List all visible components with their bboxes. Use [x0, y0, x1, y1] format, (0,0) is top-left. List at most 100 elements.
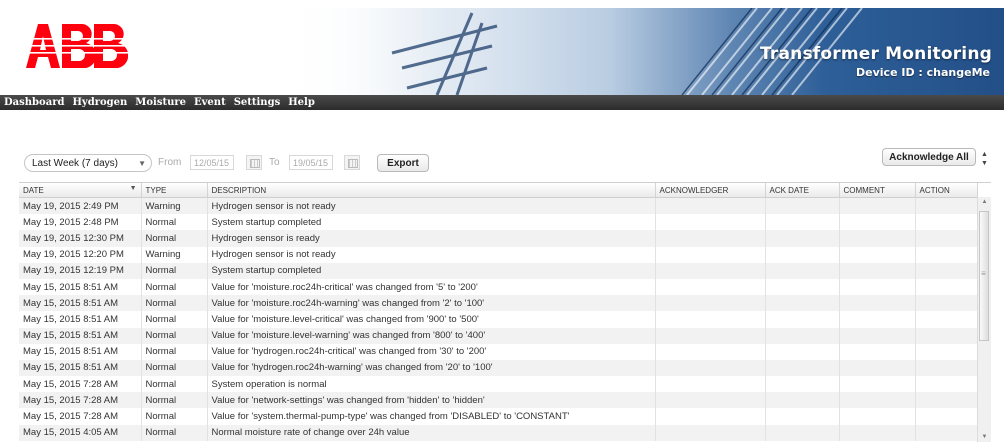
cell-date: May 15, 2015 4:05 AM: [19, 424, 142, 441]
acknowledge-all-button[interactable]: Acknowledge All: [882, 148, 976, 166]
main-nav: Dashboard Hydrogen Moisture Event Settin…: [0, 95, 1004, 110]
cell-type: Normal: [141, 262, 208, 279]
cell-description: Value for 'hydrogen.roc24h-warning' was …: [207, 359, 656, 377]
table-row[interactable]: May 15, 2015 8:51 AM Normal Value for 'moi…: [19, 327, 978, 344]
nav-help[interactable]: Help: [288, 97, 315, 108]
to-date-input[interactable]: 19/05/15: [289, 155, 333, 170]
cell-comment: [839, 295, 916, 312]
scroll-up-icon[interactable]: ▲: [978, 199, 991, 205]
table-row[interactable]: May 15, 2015 8:51 AM Normal Value for 'hyd…: [19, 359, 978, 377]
table-scrollbar[interactable]: ▲ ≡ ▼: [977, 197, 991, 442]
cell-type: Normal: [141, 359, 208, 377]
nav-event[interactable]: Event: [194, 97, 226, 108]
nav-settings[interactable]: Settings: [234, 97, 281, 108]
cell-type: Warning: [141, 197, 208, 215]
nav-dashboard[interactable]: Dashboard: [4, 97, 64, 108]
cell-date: May 15, 2015 7:28 AM: [19, 408, 142, 425]
cell-description: System operation is normal: [207, 376, 656, 393]
cell-ack-date: [765, 327, 840, 344]
cell-ack-date: [765, 376, 840, 393]
cell-action: [915, 262, 978, 279]
cell-date: May 15, 2015 8:51 AM: [19, 343, 142, 360]
column-header-action[interactable]: ACTION: [915, 183, 978, 198]
cell-acknowledger: [655, 424, 766, 441]
table-row[interactable]: May 15, 2015 7:28 AM Normal Value for 'net…: [19, 392, 978, 409]
cell-description: Value for 'hydrogen.roc24h-critical' was…: [207, 343, 656, 360]
cell-description: Value for 'moisture.level-critical' was …: [207, 311, 656, 328]
cell-ack-date: [765, 214, 840, 231]
cell-ack-date: [765, 359, 840, 377]
cell-ack-date: [765, 246, 840, 263]
cell-acknowledger: [655, 230, 766, 247]
abb-logo: [26, 24, 128, 68]
cell-date: May 15, 2015 7:28 AM: [19, 376, 142, 393]
cell-comment: [839, 311, 916, 328]
cell-date: May 19, 2015 12:20 PM: [19, 246, 142, 263]
page-scroll-arrows[interactable]: ▲ ▼: [980, 150, 989, 172]
cell-comment: [839, 262, 916, 279]
cell-description: System startup completed: [207, 262, 656, 279]
cell-action: [915, 246, 978, 263]
cell-action: [915, 343, 978, 360]
cell-acknowledger: [655, 311, 766, 328]
cell-description: Value for 'moisture.roc24h-warning' was …: [207, 295, 656, 312]
column-header-acknowledger[interactable]: ACKNOWLEDGER: [655, 183, 766, 198]
cell-type: Normal: [141, 278, 208, 296]
column-header-date[interactable]: DATE ▼: [19, 183, 142, 198]
table-row[interactable]: May 19, 2015 2:49 PM Warning Hydrogen sens…: [19, 197, 978, 215]
table-row[interactable]: May 19, 2015 12:20 PM Warning Hydrogen sen…: [19, 246, 978, 263]
to-label: To: [269, 157, 280, 168]
table-row[interactable]: May 15, 2015 8:51 AM Normal Value for 'moi…: [19, 311, 978, 328]
cell-acknowledger: [655, 343, 766, 360]
cell-acknowledger: [655, 376, 766, 393]
cell-action: [915, 230, 978, 247]
cell-action: [915, 424, 978, 441]
cell-comment: [839, 376, 916, 393]
column-header-label: DATE: [23, 185, 44, 195]
nav-moisture[interactable]: Moisture: [135, 97, 186, 108]
cell-action: [915, 376, 978, 393]
table-row[interactable]: May 15, 2015 7:28 AM Normal Value for 'sys…: [19, 408, 978, 425]
calendar-icon[interactable]: [246, 155, 262, 170]
cell-comment: [839, 197, 916, 215]
nav-hydrogen[interactable]: Hydrogen: [72, 97, 127, 108]
calendar-icon[interactable]: [344, 155, 360, 170]
cell-description: Hydrogen sensor is ready: [207, 230, 656, 247]
table-row[interactable]: May 15, 2015 4:05 AM Normal Normal moistur…: [19, 424, 978, 441]
table-row[interactable]: May 19, 2015 12:30 PM Normal Hydrogen sens…: [19, 230, 978, 247]
column-header-description[interactable]: DESCRIPTION: [207, 183, 656, 198]
column-header-type[interactable]: TYPE: [141, 183, 208, 198]
sort-desc-icon: ▼: [129, 185, 137, 192]
period-select-value: Last Week (7 days): [32, 158, 118, 169]
cell-action: [915, 311, 978, 328]
cell-acknowledger: [655, 408, 766, 425]
cell-date: May 15, 2015 8:51 AM: [19, 327, 142, 344]
cell-comment: [839, 343, 916, 360]
cell-comment: [839, 408, 916, 425]
cell-type: Normal: [141, 343, 208, 360]
export-button[interactable]: Export: [377, 154, 429, 172]
cell-action: [915, 278, 978, 296]
table-row[interactable]: May 15, 2015 8:51 AM Normal Value for 'hyd…: [19, 343, 978, 360]
cell-date: May 15, 2015 8:51 AM: [19, 359, 142, 377]
cell-date: May 15, 2015 8:51 AM: [19, 311, 142, 328]
app-header: Transformer Monitoring Device ID : chang…: [0, 0, 1004, 95]
table-row[interactable]: May 19, 2015 2:48 PM Normal System startup…: [19, 214, 978, 231]
cell-date: May 19, 2015 2:49 PM: [19, 197, 142, 215]
cell-type: Normal: [141, 424, 208, 441]
from-date-input[interactable]: 12/05/15: [190, 155, 234, 170]
cell-action: [915, 214, 978, 231]
cell-ack-date: [765, 278, 840, 296]
cell-date: May 15, 2015 7:28 AM: [19, 392, 142, 409]
table-row[interactable]: May 15, 2015 8:51 AM Normal Value for 'moi…: [19, 278, 978, 296]
cell-description: Value for 'moisture.level-warning' was c…: [207, 327, 656, 344]
table-row[interactable]: May 15, 2015 7:28 AM Normal System operati…: [19, 376, 978, 393]
column-header-ack-date[interactable]: ACK DATE: [765, 183, 840, 198]
cell-acknowledger: [655, 392, 766, 409]
column-header-comment[interactable]: COMMENT: [839, 183, 916, 198]
table-row[interactable]: May 19, 2015 12:19 PM Normal System startu…: [19, 262, 978, 279]
table-row[interactable]: May 15, 2015 8:51 AM Normal Value for 'moi…: [19, 295, 978, 312]
scroll-down-icon[interactable]: ▼: [978, 434, 991, 440]
period-select[interactable]: Last Week (7 days) ▼: [24, 154, 152, 172]
cell-ack-date: [765, 262, 840, 279]
